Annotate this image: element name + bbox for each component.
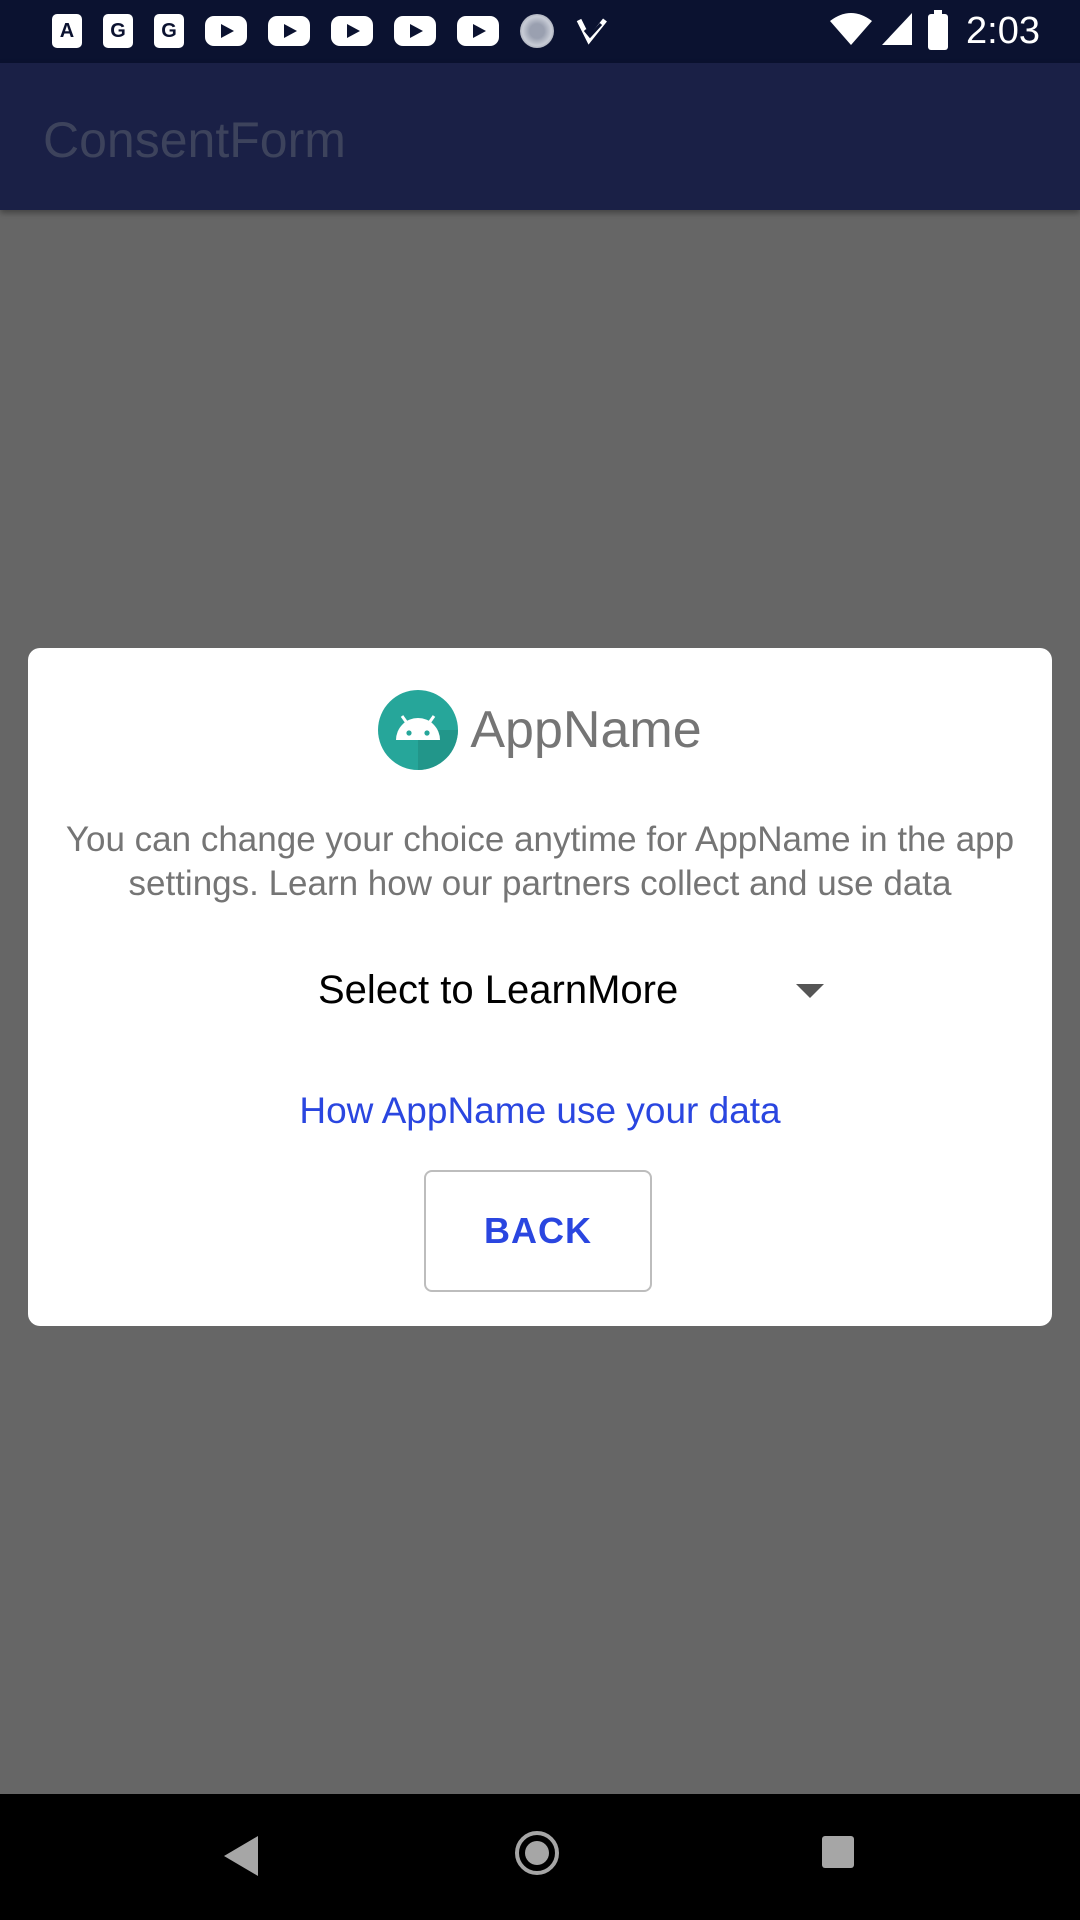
dialog-message: You can change your choice anytime for A… (65, 820, 1015, 903)
dialog-title: AppName (470, 701, 702, 759)
dropdown-arrow-icon (796, 984, 824, 998)
battery-charging-icon (928, 9, 949, 50)
youtube-icon (268, 16, 310, 46)
youtube-icon (331, 16, 373, 46)
app-bar: ConsentForm (0, 63, 1080, 210)
youtube-icon (457, 16, 499, 46)
back-button[interactable]: BACK (424, 1170, 652, 1292)
youtube-icon (205, 16, 247, 46)
recents-nav-icon[interactable] (822, 1836, 854, 1868)
back-nav-icon[interactable] (224, 1836, 258, 1876)
task-check-icon (575, 14, 609, 48)
wifi-icon (828, 11, 874, 52)
home-nav-icon[interactable] (515, 1831, 559, 1875)
android-icon (378, 690, 459, 770)
spinner-selected-value: Select to LearnMore (318, 967, 679, 1012)
maps-g-icon: G (103, 14, 133, 48)
status-bar: A G G 2:03 (0, 0, 1080, 63)
maps-g-icon: G (154, 14, 184, 48)
notification-icons: A G G (52, 10, 630, 52)
navigation-bar (0, 1794, 1080, 1920)
consent-dialog: AppName You can change your choice anyti… (28, 648, 1052, 1326)
clock: 2:03 (966, 10, 1040, 52)
system-icons: 2:03 (828, 0, 1040, 63)
data-usage-link[interactable]: How AppName use your data (28, 1090, 1052, 1132)
signal-icon (880, 11, 914, 52)
dialog-header: AppName (28, 690, 1052, 770)
learn-more-spinner[interactable]: Select to LearnMore (290, 948, 830, 1032)
app-title: ConsentForm (43, 112, 346, 168)
sync-icon (520, 14, 554, 48)
youtube-icon (394, 16, 436, 46)
translate-a-icon: A (52, 14, 82, 48)
